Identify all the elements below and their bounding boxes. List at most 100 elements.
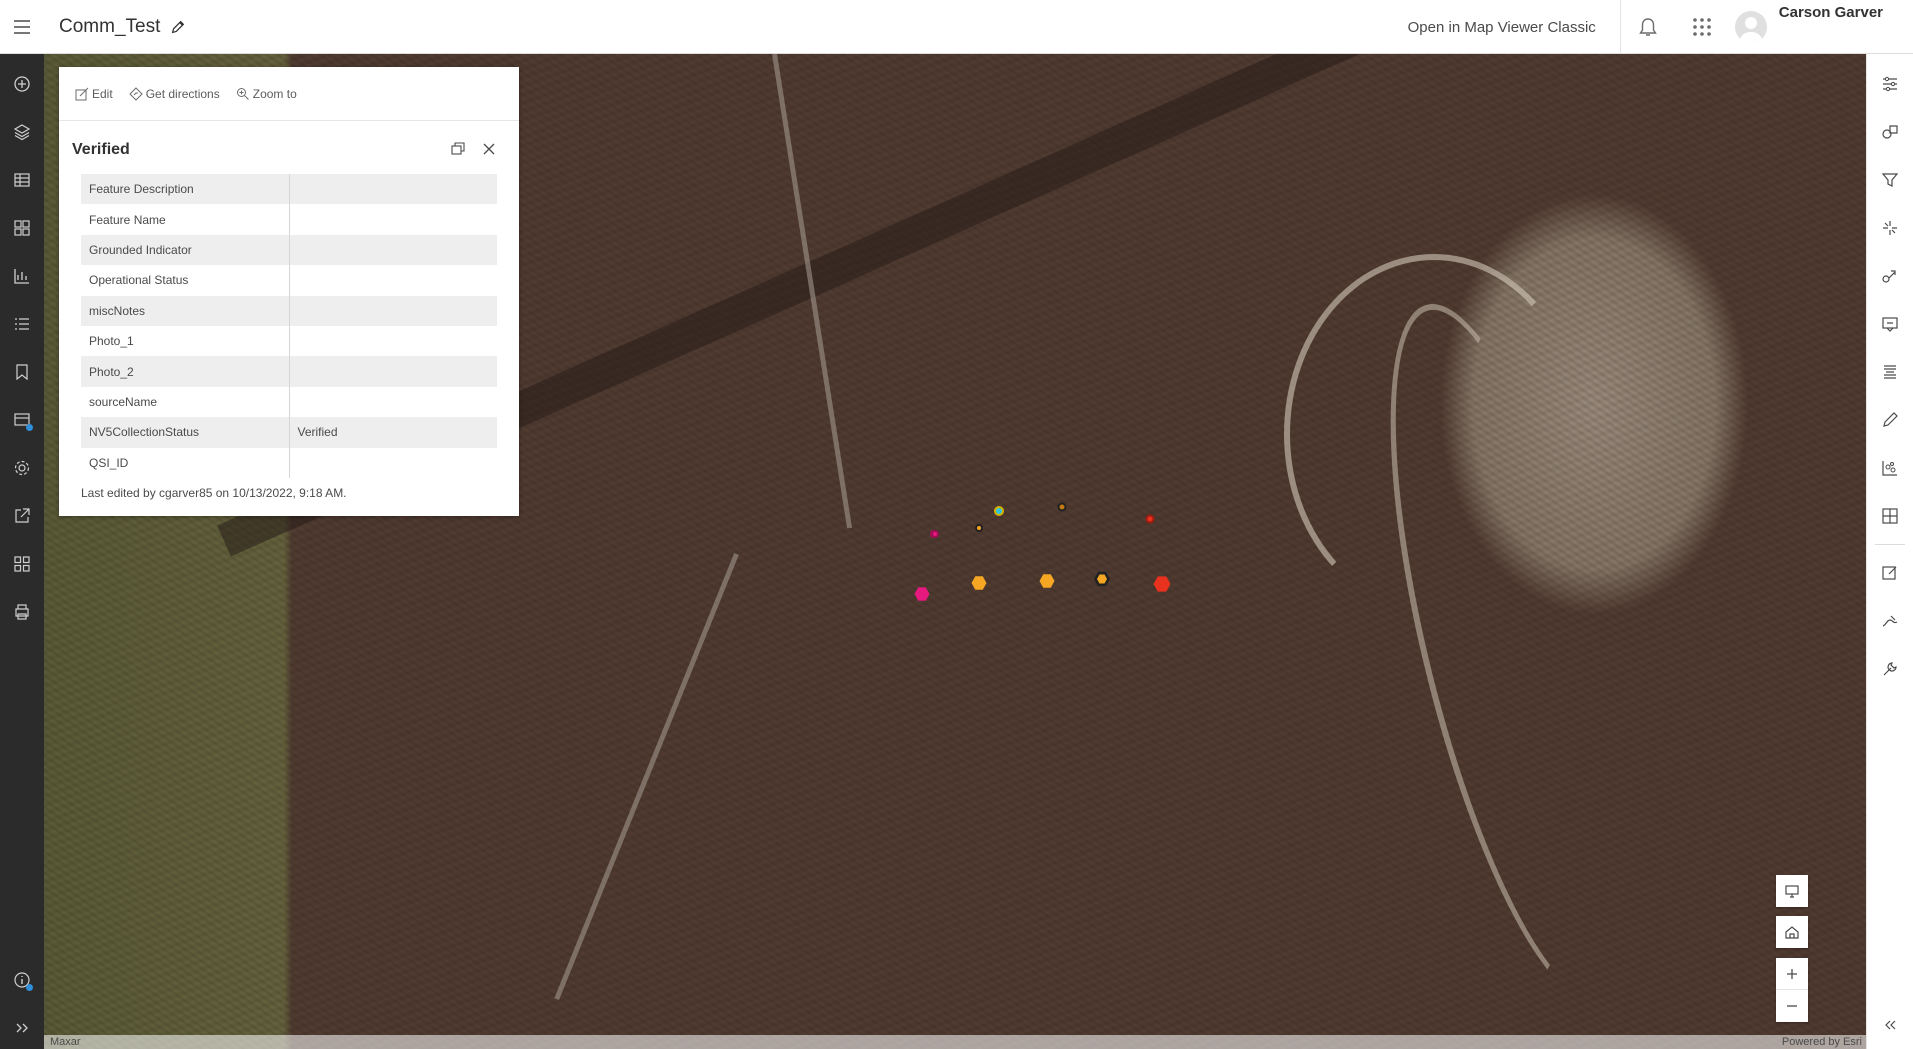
table-row: Feature Name <box>81 204 497 235</box>
menu-icon[interactable] <box>0 0 44 54</box>
map-marker-orange-dot[interactable] <box>975 524 983 532</box>
styles-icon[interactable] <box>1867 108 1913 156</box>
charts-icon[interactable] <box>0 252 44 300</box>
clustering-icon[interactable] <box>1867 444 1913 492</box>
properties-icon[interactable] <box>0 444 44 492</box>
basemap-icon[interactable] <box>0 204 44 252</box>
attribute-key: miscNotes <box>81 295 290 326</box>
divider <box>1875 544 1905 545</box>
zoom-control <box>1776 958 1808 1022</box>
zoom-in-icon[interactable] <box>1776 958 1808 990</box>
properties-icon[interactable] <box>1867 60 1913 108</box>
home-control <box>1776 916 1808 948</box>
edit-button[interactable]: Edit <box>75 87 113 101</box>
display-control <box>1776 875 1808 907</box>
collapse-icon[interactable] <box>1867 1001 1913 1049</box>
configure-icon[interactable] <box>1867 645 1913 693</box>
popup-heading: Verified <box>59 121 519 179</box>
attribute-key: Grounded Indicator <box>81 234 290 266</box>
attribute-value <box>289 356 497 387</box>
labels-icon[interactable] <box>1867 300 1913 348</box>
effects-icon[interactable] <box>1867 204 1913 252</box>
print-icon[interactable] <box>0 588 44 636</box>
status-dot <box>26 984 33 991</box>
popup-toolbar: Edit Get directions Zoom to <box>59 67 519 121</box>
open-classic-link[interactable]: Open in Map Viewer Classic <box>1408 0 1621 54</box>
forms-icon[interactable] <box>1867 396 1913 444</box>
map-marker-red-hexagon[interactable] <box>1153 576 1171 592</box>
pop-ups-icon[interactable] <box>1867 252 1913 300</box>
map-marker-orange[interactable] <box>1057 502 1067 512</box>
dock-icon[interactable] <box>445 136 471 162</box>
app-launcher-icon[interactable] <box>1675 0 1729 54</box>
attribute-key: Feature Description <box>81 174 290 205</box>
share-icon[interactable] <box>0 492 44 540</box>
left-action-bar <box>0 54 44 1049</box>
table-row: Photo_2 <box>81 356 497 387</box>
info-icon[interactable] <box>0 956 44 1004</box>
right-action-bar <box>1866 54 1913 1049</box>
sketch-icon[interactable] <box>1867 549 1913 597</box>
close-icon[interactable] <box>476 136 502 162</box>
popup-title: Verified <box>72 141 130 158</box>
app-header: Comm_Test Open in Map Viewer Classic Car… <box>0 0 1913 54</box>
attribute-value <box>289 387 497 417</box>
road <box>554 553 739 1000</box>
add-icon[interactable] <box>0 60 44 108</box>
display-icon[interactable] <box>1776 875 1808 907</box>
map-marker-pink-hexagon[interactable] <box>914 587 930 601</box>
layers-icon[interactable] <box>0 108 44 156</box>
map-marker-red-dot[interactable] <box>1145 514 1155 524</box>
aggregation-icon[interactable] <box>1867 492 1913 540</box>
attribute-key: Feature Name <box>81 204 290 235</box>
table-row: Operational Status <box>81 265 497 296</box>
table-row: Grounded Indicator <box>81 234 497 266</box>
edit-icon[interactable] <box>1867 597 1913 645</box>
attribute-value <box>289 204 497 234</box>
attribute-key: Operational Status <box>81 265 290 296</box>
user-name[interactable]: Carson Garver <box>1779 4 1883 21</box>
grid-icon[interactable] <box>0 540 44 588</box>
table-row: NV5CollectionStatus Verified <box>81 417 497 448</box>
attribute-key: NV5CollectionStatus <box>81 417 290 448</box>
attribute-key: Photo_2 <box>81 356 290 387</box>
table-row: QSI_ID <box>81 447 497 478</box>
map-marker-orange-hexagon[interactable] <box>971 576 987 590</box>
quarry-road <box>1284 254 1584 614</box>
attribute-value <box>289 234 497 266</box>
legend-icon[interactable] <box>0 300 44 348</box>
table-icon[interactable] <box>0 156 44 204</box>
map-title: Comm_Test <box>59 15 161 37</box>
table-row: miscNotes <box>81 295 497 326</box>
attribute-key: sourceName <box>81 386 290 418</box>
table-row: Photo_1 <box>81 325 497 357</box>
analysis-icon[interactable] <box>0 396 44 444</box>
basemap-attribution[interactable]: Maxar <box>50 1036 81 1048</box>
notifications-icon[interactable] <box>1621 0 1675 54</box>
attribute-key: QSI_ID <box>81 447 290 478</box>
avatar[interactable] <box>1734 11 1767 43</box>
filter-icon[interactable] <box>1867 156 1913 204</box>
attribute-key: Photo_1 <box>81 325 290 357</box>
directions-label: Get directions <box>145 86 220 101</box>
directions-icon <box>128 86 143 101</box>
fields-icon[interactable] <box>1867 348 1913 396</box>
zoom-to-button[interactable]: Zoom to <box>236 87 297 101</box>
attribute-value <box>289 295 497 326</box>
bookmarks-icon[interactable] <box>0 348 44 396</box>
get-directions-button[interactable]: Get directions <box>128 86 220 101</box>
zoom-out-icon[interactable] <box>1776 990 1808 1022</box>
map-marker-cyan[interactable] <box>994 506 1004 516</box>
edit-icon <box>75 87 89 100</box>
expand-icon[interactable] <box>0 1004 44 1049</box>
zoom-to-label: Zoom to <box>252 86 297 101</box>
zoom-to-icon <box>236 87 249 100</box>
edit-title-icon[interactable] <box>170 18 188 36</box>
map-marker-pink-dot[interactable] <box>931 530 939 538</box>
powered-by[interactable]: Powered by Esri <box>1782 1036 1862 1048</box>
map-marker-orange-hexagon[interactable] <box>1039 574 1055 588</box>
attribute-value <box>289 265 497 295</box>
last-edited-info: Last edited by cgarver85 on 10/13/2022, … <box>81 486 347 500</box>
home-icon[interactable] <box>1776 916 1808 948</box>
